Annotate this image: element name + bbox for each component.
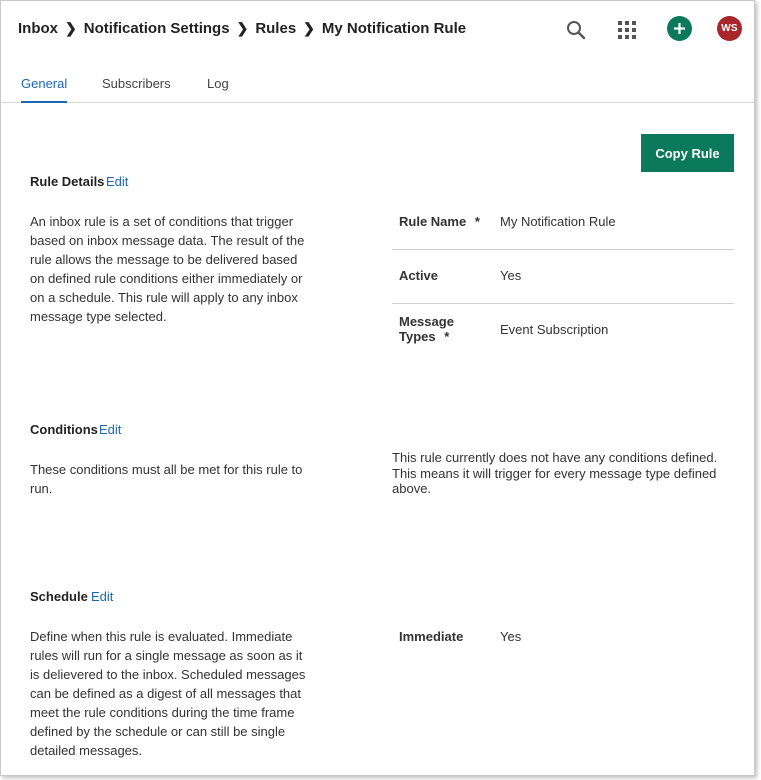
tab-subscribers[interactable]: Subscribers [102, 76, 171, 103]
chevron-right-icon: ❯ [65, 20, 77, 36]
rule-name-value: My Notification Rule [500, 214, 616, 229]
immediate-label: Immediate [399, 629, 464, 644]
grid-icon[interactable] [614, 17, 640, 43]
copy-rule-button[interactable]: Copy Rule [641, 134, 734, 172]
search-icon[interactable] [563, 17, 589, 43]
rule-details-edit-link[interactable]: Edit [106, 174, 128, 189]
active-value: Yes [500, 268, 522, 283]
conditions-title: Conditions [30, 422, 98, 437]
rule-details-title: Rule Details [30, 174, 105, 189]
required-marker: * [444, 329, 450, 344]
message-types-label-line1: Message [399, 314, 454, 329]
conditions-empty-note: This rule currently does not have any co… [392, 450, 718, 496]
conditions-description: These conditions must all be met for thi… [30, 462, 303, 496]
rule-name-label-text: Rule Name [399, 214, 467, 229]
breadcrumb-current: My Notification Rule [321, 20, 467, 37]
breadcrumb-notification-settings[interactable]: Notification Settings [84, 20, 230, 37]
message-types-label-line2: Types [399, 329, 436, 344]
rule-details-description: An inbox rule is a set of conditions tha… [30, 214, 305, 324]
tab-bar: General Subscribers Log [1, 61, 754, 103]
message-types-value: Event Subscription [500, 322, 609, 337]
message-types-label: Message Types * [399, 314, 454, 344]
avatar[interactable]: WS [717, 16, 742, 41]
required-marker: * [474, 214, 480, 229]
chevron-right-icon: ❯ [236, 20, 249, 36]
tab-general[interactable]: General [21, 76, 68, 103]
plus-icon[interactable] [667, 16, 692, 41]
divider [392, 249, 734, 250]
tab-log[interactable]: Log [207, 76, 229, 103]
breadcrumb-rules[interactable]: Rules [255, 20, 296, 37]
schedule-edit-link[interactable]: Edit [91, 589, 113, 604]
conditions-edit-link[interactable]: Edit [99, 422, 121, 437]
rule-name-label: Rule Name * [399, 214, 480, 229]
message-types-label-line2-wrap: Types * [399, 329, 454, 344]
immediate-value: Yes [500, 629, 522, 644]
schedule-description: Define when this rule is evaluated. Imme… [30, 629, 306, 758]
chevron-right-icon: ❯ [303, 20, 315, 36]
app-window: Inbox ❯ Notification Settings ❯ Rules ❯ … [0, 0, 755, 776]
header-bar: Inbox ❯ Notification Settings ❯ Rules ❯ … [1, 1, 754, 61]
breadcrumb-inbox[interactable]: Inbox [18, 20, 58, 37]
active-label: Active [399, 268, 439, 283]
breadcrumb: Inbox ❯ Notification Settings ❯ Rules ❯ … [18, 20, 466, 37]
divider [392, 303, 734, 304]
schedule-title: Schedule [30, 589, 88, 604]
